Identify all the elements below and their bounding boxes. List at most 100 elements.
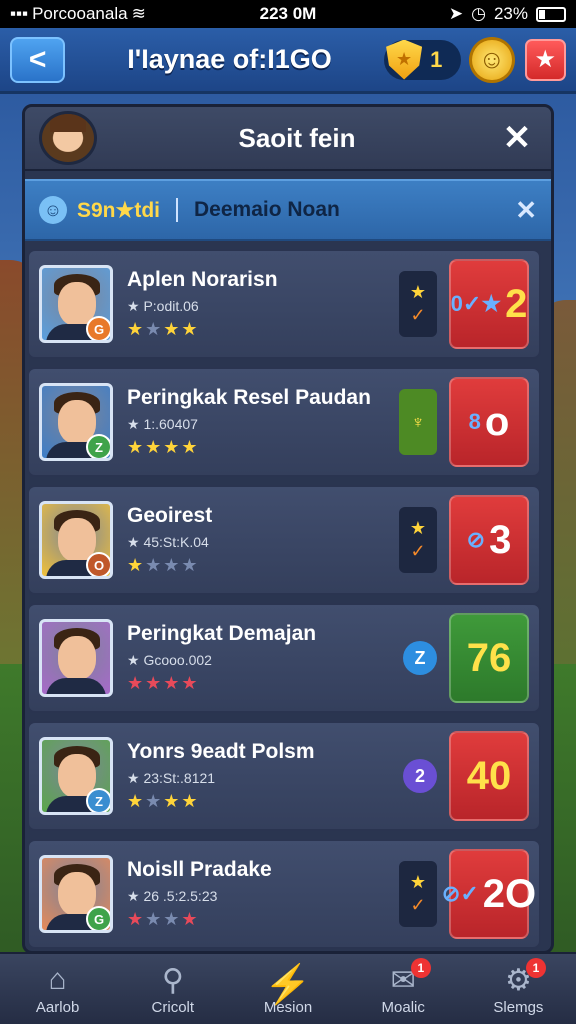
shield-icon: ★ [386, 39, 423, 80]
rating-stars: ★★★★ [127, 319, 399, 340]
star-icon: ★ [127, 909, 146, 929]
star-icon: ★ [127, 437, 146, 457]
nav-label: Moalic [381, 998, 425, 1016]
medal-glyph: ★ [409, 282, 427, 302]
player-row[interactable]: G Noisll Pradake ★ 26 .5:2.5:23 ★★★★ ★ ✓ ⊘✓ 2O [27, 839, 541, 949]
score-value: 2 [505, 281, 528, 326]
player-row[interactable]: O Geoirest ★ 45:St:K.04 ★★★★ ★ ✓ ⊘ 3 [27, 485, 541, 595]
nav-cricolt[interactable]: ⚲ Cricolt [115, 954, 230, 1024]
back-button[interactable]: < [10, 36, 66, 83]
close-icon[interactable]: ✕ [497, 118, 537, 158]
medal-icon: ★ ✓ [399, 271, 437, 337]
medal-icon: ★ ✓ [399, 507, 437, 573]
wifi-icon: ≋ [131, 4, 146, 23]
battery-icon [536, 6, 566, 22]
score-tile: 0✓★ 2 [449, 259, 529, 349]
carrier: ▪▪▪ Porcooanala ≋ [10, 4, 210, 24]
filter-close-icon[interactable]: ✕ [515, 195, 537, 226]
player-avatar[interactable] [39, 619, 113, 697]
rank-badge: G [86, 316, 110, 340]
bottom-nav: ⌂ Aarlob ⚲ Cricolt ⚡ Mesion ✉ Moalic 1 ⚙ Slemgs 1 [0, 952, 576, 1024]
nav-slemgs[interactable]: ⚙ Slemgs 1 [461, 954, 576, 1024]
player-avatar[interactable]: O [39, 501, 113, 579]
info-icon[interactable]: ☺ [39, 196, 67, 224]
player-row[interactable]: Z Yonrs 9eadt Polsm ★ 23:St:.8121 ★★★★ 2 40 [27, 721, 541, 831]
player-avatar[interactable]: Z [39, 383, 113, 461]
notification-badge: 1 [526, 958, 547, 978]
medal-glyph: 2 [414, 765, 425, 786]
status-right: ➤ ◷ 23% [366, 4, 566, 24]
tab-divider [176, 198, 178, 222]
medal-glyph: ✓ [410, 305, 426, 325]
coin-icon[interactable]: ☺ [469, 36, 515, 83]
score-value: 40 [466, 753, 512, 798]
player-list: G Aplen Norarisn ★ P:odit.06 ★★★★ ★ ✓ 0✓★ 2 Z Per… [25, 249, 551, 949]
star-icon: ★ [145, 437, 164, 457]
medal-glyph: ✓ [410, 541, 426, 561]
player-stat: ★ 1:.60407 [127, 416, 198, 432]
medal-glyph: ★ [409, 872, 427, 892]
nav-mesion[interactable]: ⚡ Mesion [230, 954, 345, 1024]
player-info: Peringkak Resel Paudan ★ 1:.60407 ★★★★ [127, 386, 399, 458]
level-number: 1 [430, 46, 443, 72]
star-icon: ★ [127, 673, 146, 693]
score-tile: 40 [449, 731, 529, 821]
star-icon: ★ [163, 909, 182, 929]
player-info: Geoirest ★ 45:St:K.04 ★★★★ [127, 504, 399, 576]
star-icon: ★ [181, 319, 200, 339]
score-tile: ⊘✓ 2O [442, 849, 536, 939]
favorite-star-button[interactable]: ★ [524, 38, 566, 81]
level-badge[interactable]: ★ 1 [384, 39, 462, 80]
nav-label: Mesion [263, 998, 313, 1016]
player-info: Yonrs 9eadt Polsm ★ 23:St:.8121 ★★★★ [127, 740, 403, 812]
player-stat: ★ Gcooo.002 [127, 652, 212, 668]
player-stat: ★ P:odit.06 [127, 298, 199, 314]
rank-badge: O [86, 552, 110, 576]
score-prefix: 0✓★ [450, 291, 502, 316]
player-avatar[interactable]: G [39, 855, 113, 933]
score-value: 2O [482, 871, 537, 916]
nav-moalic[interactable]: ✉ Moalic 1 [346, 954, 461, 1024]
medal-glyph: ♆ [411, 411, 425, 432]
player-name: Peringkak Resel Paudan [127, 386, 371, 409]
player-name: Aplen Norarisn [127, 268, 278, 291]
tab-search[interactable]: S9n★tdi [77, 198, 160, 223]
player-avatar[interactable]: G [39, 265, 113, 343]
star-icon: ★ [181, 673, 200, 693]
nav-label: Cricolt [151, 998, 195, 1016]
nav-aarlob[interactable]: ⌂ Aarlob [0, 954, 115, 1024]
star-icon: ★ [145, 673, 164, 693]
star-icon: ★ [145, 909, 164, 929]
star-icon: ★ [163, 555, 182, 575]
player-row[interactable]: Z Peringkak Resel Paudan ★ 1:.60407 ★★★★ ♆ 8 o [27, 367, 541, 477]
battery-percent: 23% [493, 4, 528, 23]
chevron-left-icon: < [28, 42, 47, 76]
player-row[interactable]: Peringkat Demajan ★ Gcooo.002 ★★★★ Z 76 [27, 603, 541, 713]
carrier-label: Porcooanala [32, 4, 128, 23]
achievement-icon: Z [403, 641, 437, 675]
leaderboard-modal: Saoit fein ✕ ☺ S9n★tdi Deemaio Noan ✕ G A… [22, 104, 554, 954]
rank-badge: Z [86, 788, 110, 812]
location-icon: ➤ [448, 4, 464, 23]
medal-glyph: Z [414, 647, 426, 668]
score-tile: 76 [449, 613, 529, 703]
top-bar: < I'Iaynae of:I1GO ★ 1 ☺ ★ [0, 28, 576, 94]
score-value: 3 [489, 517, 512, 562]
avatar[interactable] [39, 111, 97, 165]
star-icon: ★ [127, 555, 146, 575]
filter-bar: ☺ S9n★tdi Deemaio Noan ✕ [25, 179, 551, 241]
rank-badge: G [86, 906, 110, 930]
star-icon: ★ [127, 791, 146, 811]
tab-domain[interactable]: Deemaio Noan [194, 198, 515, 222]
nav-label: Slemgs [493, 998, 544, 1016]
star-icon: ★ [181, 791, 200, 811]
player-avatar[interactable]: Z [39, 737, 113, 815]
score-prefix: 8 [468, 409, 481, 434]
player-stat: ★ 26 .5:2.5:23 [127, 888, 218, 904]
player-row[interactable]: G Aplen Norarisn ★ P:odit.06 ★★★★ ★ ✓ 0✓★ 2 [27, 249, 541, 359]
modal-header: Saoit fein ✕ [25, 107, 551, 171]
score-tile: ⊘ 3 [449, 495, 529, 585]
player-name: Yonrs 9eadt Polsm [127, 740, 315, 763]
achievement-icon: ♆ [399, 389, 437, 455]
star-icon: ★ [181, 555, 200, 575]
